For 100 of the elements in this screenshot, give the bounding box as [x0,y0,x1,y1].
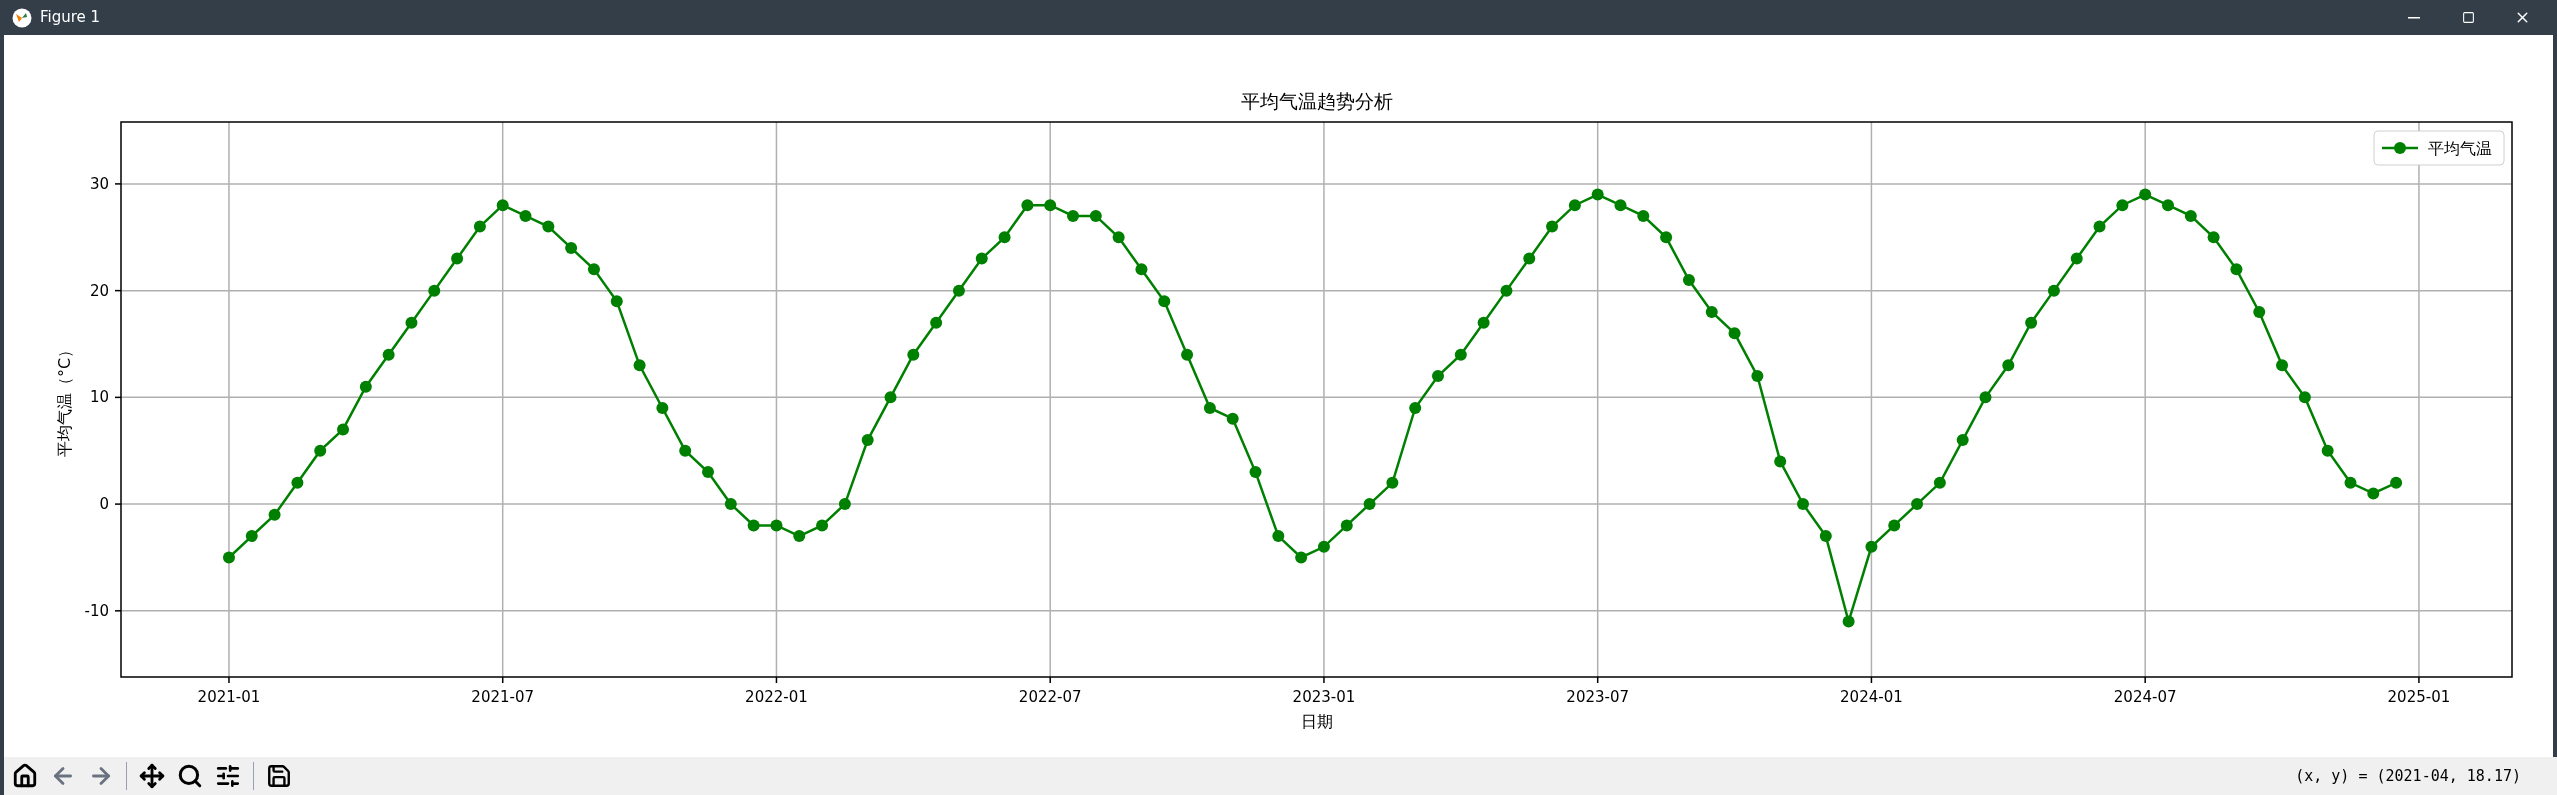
x-tick-label: 2024-07 [2113,688,2177,706]
data-point [1158,295,1171,308]
data-point [1865,540,1878,553]
y-tick: 20 [89,281,122,300]
data-point [2162,199,2174,212]
data-point [337,423,350,436]
data-point [1979,391,1992,404]
y-tick: 30 [89,174,122,193]
data-point [496,199,509,212]
legend: 平均气温 [2373,130,2505,166]
save-icon[interactable] [266,763,292,789]
data-point [816,519,829,532]
data-point [1660,231,1673,244]
data-point [793,530,806,543]
data-point [428,284,441,297]
y-axis-label: 平均气温（°C） [55,341,74,458]
data-point [1340,519,1353,532]
home-icon[interactable] [12,763,38,789]
data-point [2002,359,2015,372]
maximize-icon [2461,11,2475,24]
data-point [2253,306,2266,318]
data-point [382,348,395,361]
data-point [679,444,692,457]
data-point [1409,402,1422,415]
data-point [2276,359,2289,372]
y-tick-label: 30 [89,174,109,193]
data-point [1203,402,1216,415]
data-point [930,316,943,329]
y-tick: -10 [84,601,122,620]
data-point [1089,209,1102,222]
data-point [975,252,988,265]
zoom-icon[interactable] [177,763,203,789]
x-tick: 2021-01 [197,676,261,706]
x-tick-label: 2023-01 [1292,688,1356,706]
data-point [359,380,372,393]
data-point [1751,370,1764,382]
data-point [1363,498,1376,511]
x-tick: 2023-07 [1566,676,1630,706]
data-point [1682,273,1695,286]
data-point [998,231,1011,244]
window-title: Figure 1 [40,7,101,29]
data-point [702,466,714,479]
data-point [1637,209,1650,222]
data-point [1249,466,1262,479]
data-point [2093,220,2106,233]
data-point [1500,284,1513,297]
data-point [2390,476,2403,489]
data-point [2344,476,2357,489]
x-tick-label: 2022-07 [1018,688,1082,706]
data-point [747,519,760,532]
data-point [2025,316,2038,329]
data-point [1842,615,1855,628]
pan-icon[interactable] [139,763,165,789]
data-point [861,434,874,447]
data-point [2047,284,2060,297]
y-tick-label: 20 [89,281,109,300]
data-point [314,444,327,457]
data-point [2367,487,2380,500]
data-point [1774,455,1787,468]
y-tick-label: 0 [99,495,109,514]
x-tick-label: 2021-07 [471,688,535,706]
data-point [1591,188,1604,201]
data-point [1728,327,1741,340]
data-point [907,348,920,361]
data-point [2230,263,2243,276]
data-point [1523,252,1536,265]
data-point [1021,199,1034,212]
data-point [1568,199,1581,212]
data-point [291,476,304,489]
data-point [2207,231,2220,244]
app-logo-icon [12,7,32,28]
data-point [1432,370,1444,382]
data-point [1614,199,1627,212]
data-point [1454,348,1467,361]
x-tick: 2024-07 [2113,676,2177,706]
x-tick-label: 2023-07 [1566,688,1630,706]
y-tick-label: -10 [84,601,109,620]
data-point [519,209,532,222]
data-point [1112,231,1125,244]
settings-icon[interactable] [215,763,241,789]
data-point [451,252,464,265]
x-tick-label: 2025-01 [2387,688,2451,706]
data-point [1888,519,1901,532]
x-tick-label: 2024-01 [1840,688,1903,706]
cursor-coordinates: (x, y) = (2021-04, 18.17) [2295,765,2521,787]
data-point [473,220,486,233]
data-point [1226,412,1239,425]
data-point [1135,263,1148,276]
data-point [1386,476,1399,489]
data-point [2184,209,2197,222]
data-point [2070,252,2083,265]
data-point [268,508,281,521]
data-point [245,530,258,543]
data-point [724,498,737,511]
data-point [405,316,418,329]
data-point [565,241,578,254]
legend-label: 平均气温 [2428,139,2492,158]
data-point [1044,199,1057,212]
data-point [838,498,851,511]
data-point [770,519,783,532]
